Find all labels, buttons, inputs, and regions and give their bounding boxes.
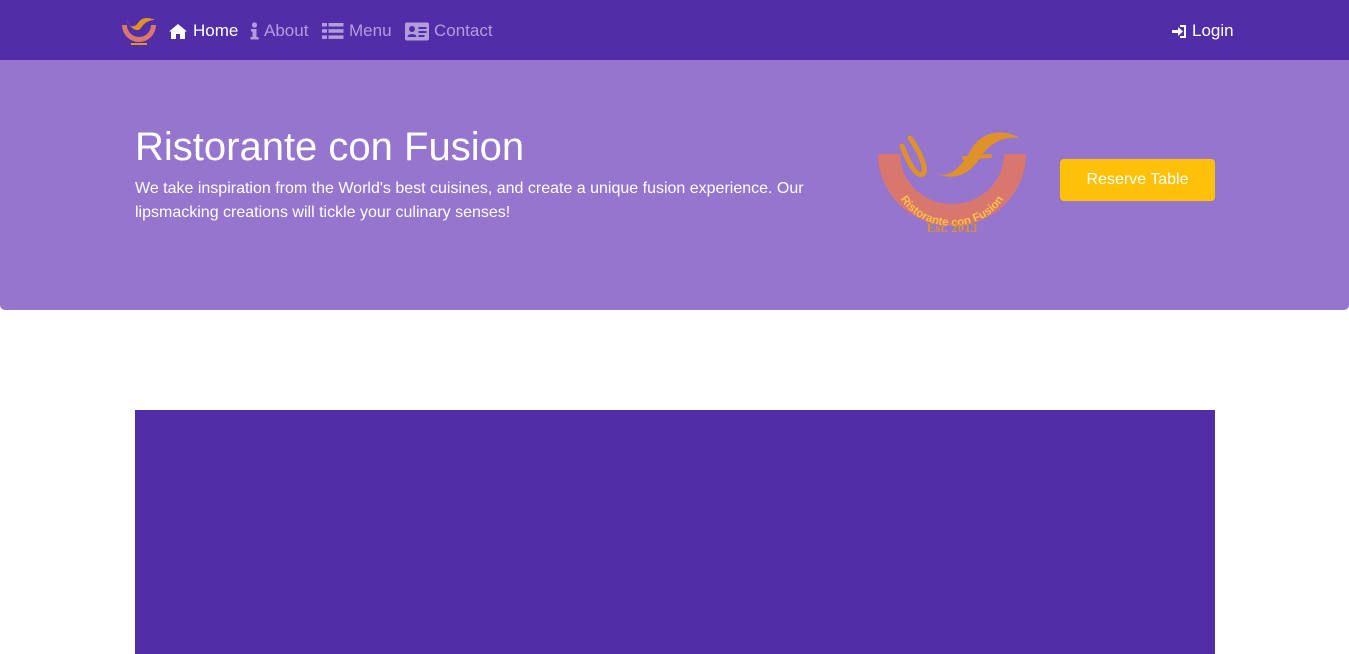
logo-est-text: Est. 2013	[927, 220, 978, 235]
content-block	[135, 410, 1215, 654]
address-card-icon	[405, 22, 429, 40]
reserve-table-button[interactable]: Reserve Table	[1060, 159, 1215, 201]
brand-logo[interactable]	[118, 15, 160, 47]
nav-menu-label: Menu	[349, 21, 392, 40]
nav-contact-label: Contact	[434, 21, 493, 40]
navbar: Home About Menu Contact Login	[0, 0, 1349, 60]
nav-menu[interactable]: Menu	[322, 19, 392, 43]
info-icon	[250, 22, 259, 40]
nav-about[interactable]: About	[250, 19, 308, 43]
sign-in-icon	[1172, 24, 1186, 38]
login-label: Login	[1192, 21, 1234, 40]
hero-description: We take inspiration from the World's bes…	[135, 180, 804, 221]
home-icon	[169, 23, 187, 39]
nav-about-label: About	[264, 21, 309, 40]
list-icon	[322, 23, 344, 39]
hero-title: Ristorante con Fusion	[135, 125, 525, 169]
nav-contact[interactable]: Contact	[405, 19, 493, 43]
nav-home-label: Home	[193, 21, 239, 40]
login-link[interactable]: Login	[1172, 19, 1234, 43]
jumbotron: Ristorante con Fusion We take inspiratio…	[0, 60, 1349, 310]
restaurant-logo: Ristorante con Fusion Est. 2013	[878, 132, 1026, 235]
nav-home[interactable]: Home	[168, 19, 238, 43]
